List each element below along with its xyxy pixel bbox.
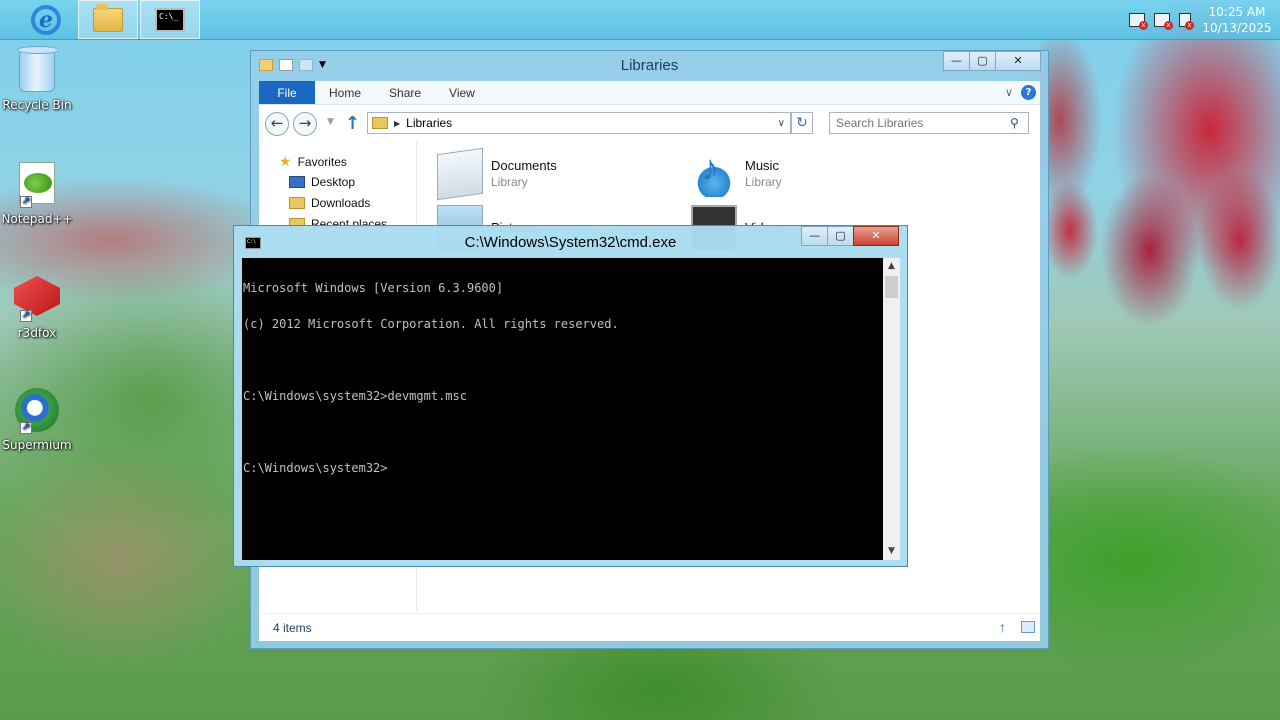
shortcut-arrow-icon: ↗ xyxy=(20,196,32,208)
taskbar-command-prompt[interactable]: C:\_ xyxy=(140,0,200,39)
tab-home[interactable]: Home xyxy=(315,81,375,104)
recent-locations-icon[interactable]: ▼ xyxy=(327,117,334,127)
console-output[interactable]: Microsoft Windows [Version 6.3.9600] (c)… xyxy=(243,258,883,558)
close-button[interactable]: ✕ xyxy=(995,51,1041,71)
console-line: Microsoft Windows [Version 6.3.9600] xyxy=(243,281,504,295)
refresh-button[interactable]: ↻ xyxy=(791,112,813,134)
status-bar: 4 items ↑ xyxy=(259,613,1040,641)
cmd-window-controls: — ▢ ✕ xyxy=(801,226,899,246)
console-prompt: C:\Windows\system32> xyxy=(243,461,388,475)
ribbon: File Home Share View ∨ ? xyxy=(259,81,1040,105)
maximize-button[interactable]: ▢ xyxy=(969,51,996,71)
tab-view[interactable]: View xyxy=(435,81,489,104)
nav-label: Desktop xyxy=(311,175,356,189)
console-area[interactable]: Microsoft Windows [Version 6.3.9600] (c)… xyxy=(242,258,900,560)
desktop-icon-supermium[interactable]: ↗ Supermium xyxy=(0,388,74,452)
window-title: Libraries xyxy=(620,57,679,74)
taskbar: e C:\_ x x x 10:25 AM 10/13/2025 xyxy=(0,0,1280,40)
taskbar-internet-explorer[interactable]: e xyxy=(16,0,76,39)
search-box[interactable]: ⚲ xyxy=(829,112,1029,134)
address-row: ← → ▼ ↑ ▶ Libraries ∨ ↻ ⚲ xyxy=(259,105,1040,141)
nav-downloads[interactable]: Downloads xyxy=(289,196,370,210)
desktop-icon-notepadpp[interactable]: ↗ Notepad++ xyxy=(0,162,74,226)
shortcut-arrow-icon: ↗ xyxy=(20,422,32,434)
volume-muted-icon[interactable]: x xyxy=(1179,12,1194,30)
console-line: (c) 2012 Microsoft Corporation. All righ… xyxy=(243,317,619,331)
address-dropdown-icon[interactable]: ∨ xyxy=(773,118,790,129)
library-name: Music xyxy=(745,158,779,173)
taskbar-file-explorer[interactable] xyxy=(78,0,138,39)
library-type: Library xyxy=(745,175,782,189)
vertical-scrollbar[interactable]: ▲ ▼ xyxy=(883,258,900,560)
network-error-icon[interactable]: x xyxy=(1154,12,1173,30)
details-view-icon[interactable]: ↑ xyxy=(999,620,1013,634)
shortcut-arrow-icon: ↗ xyxy=(20,310,32,322)
desktop-icon-r3dfox[interactable]: ↗ r3dfox xyxy=(0,276,74,340)
clock-date: 10/13/2025 xyxy=(1202,20,1272,35)
up-button[interactable]: ↑ xyxy=(345,113,360,134)
minimize-button[interactable]: — xyxy=(943,51,970,71)
maximize-button[interactable]: ▢ xyxy=(827,226,854,246)
console-line: C:\Windows\system32>devmgmt.msc xyxy=(243,389,467,403)
clock[interactable]: 10:25 AM 10/13/2025 xyxy=(1200,4,1274,36)
scroll-down-icon[interactable]: ▼ xyxy=(883,543,900,560)
nav-label: Favorites xyxy=(297,154,347,169)
nav-label: Downloads xyxy=(311,196,371,210)
address-bar[interactable]: ▶ Libraries ∨ xyxy=(367,112,791,134)
library-type: Library xyxy=(491,175,528,189)
library-music[interactable]: Music Library xyxy=(691,147,782,197)
documents-library-icon xyxy=(437,147,483,201)
flag-error-icon[interactable]: x xyxy=(1129,12,1148,30)
cmd-titlebar[interactable]: C:\ C:\Windows\System32\cmd.exe — ▢ ✕ xyxy=(234,226,907,258)
desktop-icon-label: Notepad++ xyxy=(1,212,73,226)
tab-file[interactable]: File xyxy=(259,81,315,104)
library-documents[interactable]: Documents Library xyxy=(437,147,557,201)
downloads-icon xyxy=(289,197,305,209)
desktop-icon xyxy=(289,176,305,188)
star-icon: ★ xyxy=(279,153,292,169)
cmd-window: C:\ C:\Windows\System32\cmd.exe — ▢ ✕ Mi… xyxy=(233,225,908,567)
search-input[interactable] xyxy=(836,116,1006,130)
cmd-icon: C:\_ xyxy=(155,7,185,32)
nav-desktop[interactable]: Desktop xyxy=(289,175,355,189)
scroll-up-icon[interactable]: ▲ xyxy=(883,258,900,275)
breadcrumb-libraries[interactable]: Libraries xyxy=(406,116,452,130)
close-button[interactable]: ✕ xyxy=(853,226,899,246)
clock-time: 10:25 AM xyxy=(1208,4,1266,19)
libraries-icon xyxy=(372,117,388,129)
tab-share[interactable]: Share xyxy=(375,81,435,104)
music-library-icon xyxy=(691,147,737,197)
expand-ribbon-icon[interactable]: ∨ xyxy=(1005,86,1013,99)
scroll-thumb[interactable] xyxy=(885,276,898,298)
forward-button[interactable]: → xyxy=(293,112,317,136)
library-name: Documents xyxy=(491,158,557,173)
help-icon[interactable]: ? xyxy=(1021,85,1036,100)
recycle-bin-icon xyxy=(17,46,59,92)
search-icon[interactable]: ⚲ xyxy=(1010,116,1019,130)
explorer-titlebar[interactable]: ▼ Libraries — ▢ ✕ xyxy=(251,51,1048,81)
desktop-icon-label: Recycle Bin xyxy=(2,98,72,112)
nav-favorites[interactable]: ★ Favorites xyxy=(279,153,347,170)
desktop-icon-label: Supermium xyxy=(2,438,72,452)
desktop-icon-recycle-bin[interactable]: Recycle Bin xyxy=(0,46,74,112)
large-icons-view-icon[interactable] xyxy=(1021,621,1035,633)
system-tray: x x x 10:25 AM 10/13/2025 xyxy=(1129,0,1280,39)
item-count: 4 items xyxy=(273,621,312,635)
folder-icon xyxy=(93,3,123,32)
ie-icon: e xyxy=(31,4,61,35)
desktop-icon-label: r3dfox xyxy=(17,326,57,340)
explorer-window-controls: — ▢ ✕ xyxy=(943,51,1041,71)
minimize-button[interactable]: — xyxy=(801,226,828,246)
breadcrumb-separator-icon[interactable]: ▶ xyxy=(394,119,400,128)
back-button[interactable]: ← xyxy=(265,112,289,136)
